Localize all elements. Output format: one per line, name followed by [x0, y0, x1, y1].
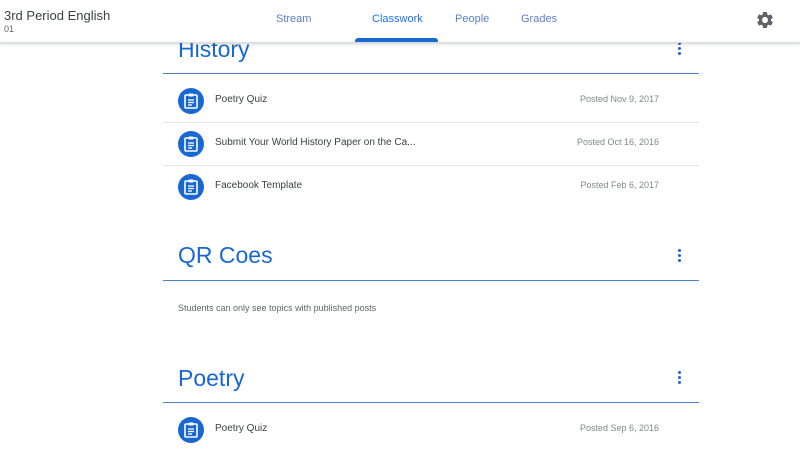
active-tab-indicator	[355, 38, 438, 42]
assignment-icon	[178, 88, 204, 114]
topic-divider	[163, 402, 699, 403]
tab-stream[interactable]: Stream	[276, 13, 311, 25]
assignment-icon	[178, 174, 204, 200]
item-date: Posted Oct 16, 2016	[576, 137, 659, 147]
tab-bar: Stream Classwork People Grades	[0, 0, 800, 42]
topic-divider	[163, 280, 699, 281]
list-item[interactable]: Poetry Quiz Posted Sep 6, 2016	[163, 408, 699, 451]
item-date: Posted Feb 6, 2017	[580, 180, 659, 190]
classwork-content: History Poetry Quiz Posted Nov 9, 2017 S…	[0, 0, 800, 443]
app-header: 3rd Period English 01 Stream Classwork P…	[0, 0, 800, 43]
assignment-icon	[178, 417, 204, 443]
item-title: Facebook Template	[215, 180, 303, 191]
topic-divider	[163, 73, 699, 74]
more-vert-icon[interactable]	[673, 42, 685, 58]
gear-icon[interactable]	[755, 10, 775, 30]
list-item[interactable]: Facebook Template Posted Feb 6, 2017	[163, 165, 699, 208]
tab-people[interactable]: People	[455, 13, 489, 25]
topic-title-poetry: Poetry	[178, 365, 245, 391]
item-title: Submit Your World History Paper on the C…	[215, 137, 416, 148]
list-item[interactable]: Poetry Quiz Posted Nov 9, 2017	[163, 79, 699, 122]
more-vert-icon[interactable]	[673, 371, 685, 387]
list-item[interactable]: Submit Your World History Paper on the C…	[163, 122, 699, 165]
topic-title-qr-coes: QR Coes	[178, 242, 273, 268]
item-date: Posted Nov 9, 2017	[579, 94, 659, 104]
more-vert-icon[interactable]	[673, 249, 685, 265]
assignment-icon	[178, 131, 204, 157]
item-title: Poetry Quiz	[215, 423, 268, 434]
item-title: Poetry Quiz	[215, 94, 268, 105]
tab-classwork[interactable]: Classwork	[372, 13, 423, 25]
tab-grades[interactable]: Grades	[521, 13, 557, 25]
topic-empty-note: Students can only see topics with publis…	[178, 303, 377, 313]
